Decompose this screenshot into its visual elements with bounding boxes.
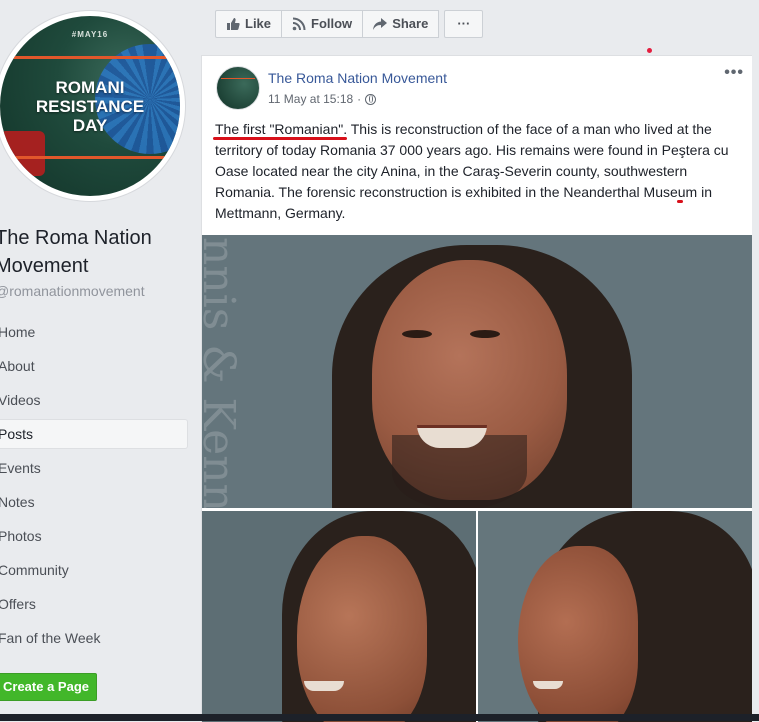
post-author-link[interactable]: The Roma Nation Movement: [268, 70, 447, 86]
avatar-line: [221, 78, 255, 79]
photo-face-shape: [518, 546, 638, 722]
create-page-button[interactable]: Create a Page: [0, 673, 97, 701]
nav-item-about[interactable]: About: [0, 351, 188, 381]
nav-item-events[interactable]: Events: [0, 453, 188, 483]
share-arrow-icon: [373, 17, 388, 31]
divider-line: [10, 156, 170, 159]
nav-item-notes[interactable]: Notes: [0, 487, 188, 517]
more-options-button[interactable]: ···: [444, 10, 484, 38]
cover-hashtag: #MAY16: [71, 30, 109, 39]
globe-icon[interactable]: [365, 93, 377, 105]
nav-item-posts[interactable]: Posts: [0, 419, 188, 449]
nav-item-home[interactable]: Home: [0, 317, 188, 347]
nav-item-photos[interactable]: Photos: [0, 521, 188, 551]
nav-item-fan-of-the-week[interactable]: Fan of the Week: [0, 623, 188, 653]
logo-shape: [0, 131, 45, 176]
divider-line: [10, 56, 170, 59]
page-action-bar: Like Follow Share ···: [215, 10, 484, 38]
bottom-edge-strip: [0, 714, 759, 721]
post-text: The first "Romanian". This is reconstruc…: [215, 119, 745, 224]
post-timestamp[interactable]: 11 May at 15:18: [268, 92, 353, 106]
nav-item-community[interactable]: Community: [0, 555, 188, 585]
cover-title-line: RESISTANCE: [35, 97, 145, 116]
nav-item-videos[interactable]: Videos: [0, 385, 188, 415]
cover-title-line: ROMANI: [55, 78, 125, 97]
photo-face-shape: [297, 536, 427, 722]
cover-title: ROMANI RESISTANCE DAY: [0, 78, 180, 135]
underlined-phrase: The first "Romanian": [215, 121, 344, 137]
page-nav: Home About Videos Posts Events Notes Pho…: [0, 317, 188, 657]
post-photo-main[interactable]: nnis & Kenn: [202, 235, 752, 508]
nav-item-offers[interactable]: Offers: [0, 589, 188, 619]
photo-mouth-shape: [533, 681, 563, 689]
photo-eye-shape: [470, 330, 500, 338]
meta-separator: ·: [357, 92, 362, 106]
post-card: The Roma Nation Movement 11 May at 15:18…: [201, 55, 752, 722]
photo-watermark: nnis & Kenn: [202, 237, 244, 508]
photo-eye-shape: [402, 330, 432, 338]
post-photo-bottom-left[interactable]: [202, 511, 476, 722]
photo-mouth-shape: [304, 681, 344, 691]
like-button[interactable]: Like: [215, 10, 283, 38]
thumbs-up-icon: [226, 17, 240, 31]
notification-dot: [647, 48, 652, 53]
profile-picture-frame[interactable]: #MAY16 ROMANI RESISTANCE DAY: [0, 11, 185, 201]
post-options-icon[interactable]: •••: [724, 64, 744, 82]
rss-icon: [292, 17, 306, 31]
profile-picture[interactable]: #MAY16 ROMANI RESISTANCE DAY: [0, 16, 180, 196]
follow-label: Follow: [311, 16, 353, 31]
share-label: Share: [392, 16, 429, 31]
left-sidebar: #MAY16 ROMANI RESISTANCE DAY The Roma Na…: [0, 0, 201, 721]
like-label: Like: [245, 16, 272, 31]
author-avatar[interactable]: [216, 66, 260, 110]
share-button[interactable]: Share: [363, 10, 440, 38]
post-meta: 11 May at 15:18 ·: [268, 92, 377, 106]
page-handle[interactable]: @romanationmovement: [0, 283, 145, 299]
post-text-segment: . The forensic reconstruction is exhibit…: [215, 184, 713, 221]
ellipsis-icon: ···: [457, 16, 471, 31]
post-photo-bottom-right[interactable]: [478, 511, 752, 722]
page-name[interactable]: The Roma Nation Movement: [0, 224, 195, 280]
follow-button[interactable]: Follow: [282, 10, 364, 38]
